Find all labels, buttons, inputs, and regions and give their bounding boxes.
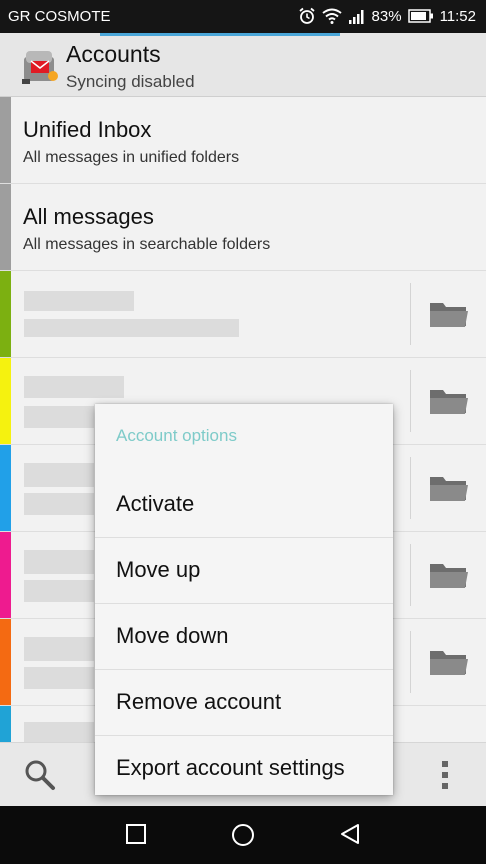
account-color-stripe: [0, 97, 11, 183]
status-bar: GR COSMOTE 83% 11:52: [0, 0, 486, 33]
account-color-stripe: [0, 706, 11, 746]
row-divider: [410, 544, 411, 606]
square-recents-icon[interactable]: [124, 822, 148, 846]
account-color-stripe: [0, 184, 11, 270]
overflow-menu-icon[interactable]: [436, 759, 454, 791]
circle-home-icon[interactable]: [230, 822, 256, 848]
row-divider: [410, 457, 411, 519]
row-divider: [410, 283, 411, 345]
menu-header: Account options: [116, 426, 237, 445]
account-name: Unified Inbox: [23, 117, 152, 142]
folder-icon[interactable]: [428, 386, 470, 416]
account-color-stripe: [0, 619, 11, 705]
menu-item-export-account-settings[interactable]: Export account settings: [95, 736, 393, 801]
triangle-back-icon[interactable]: [338, 822, 362, 846]
menu-item-label: Remove account: [116, 689, 282, 714]
wifi-icon: [321, 8, 342, 24]
account-name: All messages: [23, 204, 154, 229]
battery-percent: 83%: [371, 7, 402, 25]
carrier-name: GR COSMOTE: [8, 8, 111, 25]
folder-icon[interactable]: [428, 560, 470, 590]
redacted-account-name: [24, 637, 94, 661]
status-icons: 83% 11:52: [298, 7, 476, 25]
app-bar: Accounts Syncing disabled: [0, 33, 486, 97]
menu-item-label: Move down: [116, 623, 229, 648]
search-icon[interactable]: [24, 759, 56, 791]
account-row[interactable]: [0, 271, 486, 358]
signal-icon: [348, 10, 364, 24]
menu-item-label: Export account settings: [116, 755, 345, 780]
account-row-all-messages[interactable]: All messages All messages in searchable …: [0, 184, 486, 271]
menu-item-label: Move up: [116, 557, 201, 582]
redacted-account-name: [24, 463, 94, 487]
redacted-account-name: [24, 550, 94, 574]
account-row-unified-inbox[interactable]: Unified Inbox All messages in unified fo…: [0, 97, 486, 184]
menu-item-activate[interactable]: Activate: [95, 472, 393, 538]
redacted-account-name: [24, 376, 124, 398]
redacted-account-email: [24, 667, 94, 689]
page-title: Accounts: [66, 41, 161, 67]
account-description: All messages in searchable folders: [23, 236, 271, 253]
app-logo-icon[interactable]: [20, 43, 60, 85]
sync-progress-bar: [100, 33, 340, 36]
redacted-account-email: [24, 319, 239, 337]
menu-item-label: Activate: [116, 491, 195, 516]
folder-icon[interactable]: [428, 299, 470, 329]
account-color-stripe: [0, 271, 11, 357]
account-description: All messages in unified folders: [23, 149, 240, 166]
redacted-account-email: [24, 406, 94, 428]
sync-status-subtitle: Syncing disabled: [66, 72, 195, 91]
account-color-stripe: [0, 445, 11, 531]
clock: 11:52: [439, 7, 476, 25]
row-divider: [410, 631, 411, 693]
menu-item-move-up[interactable]: Move up: [95, 538, 393, 604]
menu-item-remove-account[interactable]: Remove account: [95, 670, 393, 736]
redacted-account-email: [24, 493, 94, 515]
folder-icon[interactable]: [428, 473, 470, 503]
account-options-menu: Account options Activate Move up Move do…: [95, 404, 393, 795]
battery-icon: [407, 9, 433, 23]
redacted-account-email: [24, 580, 94, 602]
redacted-account-name: [24, 722, 94, 742]
menu-item-move-down[interactable]: Move down: [95, 604, 393, 670]
account-color-stripe: [0, 358, 11, 444]
folder-icon[interactable]: [428, 647, 470, 677]
redacted-account-name: [24, 291, 134, 311]
account-color-stripe: [0, 532, 11, 618]
row-divider: [410, 370, 411, 432]
system-nav-bar: [0, 806, 486, 864]
alarm-icon: [298, 7, 315, 24]
